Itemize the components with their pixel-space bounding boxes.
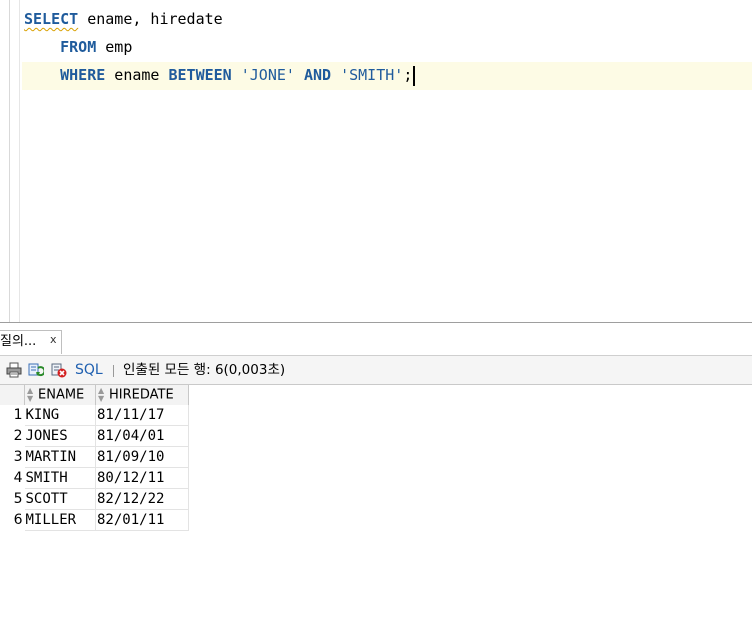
editor-gutter xyxy=(0,0,9,322)
row-number-header xyxy=(0,385,25,405)
table-cell[interactable]: KING xyxy=(24,405,96,426)
grid-header-row: ▲ ▼ ENAME ▲ ▼ HIREDATE xyxy=(0,385,189,405)
row-number: 5 xyxy=(13,491,23,507)
sql-link[interactable]: SQL xyxy=(75,360,103,380)
table-cell[interactable]: JONES xyxy=(24,425,96,447)
table-cell[interactable]: 82/12/22 xyxy=(95,488,189,510)
sql-keyword: FROM xyxy=(60,38,97,56)
code-line[interactable]: SELECT ename, hiredate xyxy=(24,6,752,34)
sql-keyword: WHERE xyxy=(60,66,106,84)
tab-query-result[interactable]: 질의... x xyxy=(0,330,62,354)
table-row[interactable]: 2 JONES 81/04/01 xyxy=(0,425,189,447)
results-grid[interactable]: ▲ ▼ ENAME ▲ ▼ HIREDATE 1 KING 81/11/17 2 JONES 81… xyxy=(0,385,189,531)
code-line[interactable]: WHERE ename BETWEEN 'JONE' AND 'SMITH'; xyxy=(22,62,752,90)
sql-editor[interactable]: SELECT ename, hiredate FROM emp WHERE en… xyxy=(0,0,752,322)
gutter-divider xyxy=(9,0,10,322)
column-header-label: HIREDATE xyxy=(109,387,174,403)
column-header-ename[interactable]: ▲ ▼ ENAME xyxy=(24,385,96,405)
close-icon[interactable]: x xyxy=(50,329,57,351)
toolbar-separator xyxy=(113,365,114,377)
text-caret xyxy=(413,65,416,86)
row-number: 2 xyxy=(13,428,23,444)
sql-string: 'JONE' xyxy=(240,66,295,84)
sort-icon[interactable]: ▲ ▼ xyxy=(98,387,106,403)
sql-text: ename xyxy=(105,66,169,84)
table-row[interactable]: 3 MARTIN 81/09/10 xyxy=(0,446,189,468)
column-header-label: ENAME xyxy=(38,387,85,403)
row-number: 1 xyxy=(13,407,23,424)
fold-margin-divider xyxy=(19,0,20,322)
table-row[interactable]: 6 MILLER 82/01/11 xyxy=(0,509,189,531)
table-row[interactable]: 1 KING 81/11/17 xyxy=(0,405,189,426)
print-icon[interactable] xyxy=(6,362,22,378)
sql-text: emp xyxy=(96,38,133,56)
row-number: 6 xyxy=(13,512,23,528)
results-toolbar: SQL 인출된 모든 행: 6(0,003초) xyxy=(0,356,752,385)
row-number: 3 xyxy=(13,449,23,465)
table-cell[interactable]: SCOTT xyxy=(24,488,96,510)
sql-keyword: SELECT xyxy=(24,10,79,28)
tab-query-result-label: 질의... xyxy=(0,334,37,349)
refresh-icon[interactable] xyxy=(28,362,44,378)
sql-text: ; xyxy=(403,66,413,84)
row-number: 4 xyxy=(13,470,23,486)
table-cell[interactable]: MILLER xyxy=(24,509,96,531)
sql-text: ename, hiredate xyxy=(78,10,223,28)
table-row[interactable]: 4 SMITH 80/12/11 xyxy=(0,467,189,489)
table-cell[interactable]: 81/09/10 xyxy=(95,446,189,468)
cancel-icon[interactable] xyxy=(51,362,67,378)
table-cell[interactable]: 80/12/11 xyxy=(95,467,189,489)
code-line[interactable]: FROM emp xyxy=(24,34,752,62)
table-cell[interactable]: 82/01/11 xyxy=(95,509,189,531)
column-header-hiredate[interactable]: ▲ ▼ HIREDATE xyxy=(95,385,189,405)
table-cell[interactable]: 81/11/17 xyxy=(95,405,189,426)
table-cell[interactable]: MARTIN xyxy=(24,446,96,468)
sql-keyword: BETWEEN xyxy=(168,66,232,84)
table-cell[interactable]: SMITH xyxy=(24,467,96,489)
results-panel: 질의... x SQL 인출된 모든 행: 6(0,003초) ▲ ▼ ENAM… xyxy=(0,323,752,641)
sort-icon[interactable]: ▲ ▼ xyxy=(27,387,35,403)
table-row[interactable]: 5 SCOTT 82/12/22 xyxy=(0,488,189,510)
table-cell[interactable]: 81/04/01 xyxy=(95,425,189,447)
results-tab-strip: 질의... x xyxy=(0,323,752,356)
sql-string: 'SMITH' xyxy=(340,66,404,84)
sql-keyword: AND xyxy=(303,66,332,84)
editor-code-area[interactable]: SELECT ename, hiredate FROM emp WHERE en… xyxy=(22,6,752,90)
fetch-status: 인출된 모든 행: 6(0,003초) xyxy=(123,362,286,378)
